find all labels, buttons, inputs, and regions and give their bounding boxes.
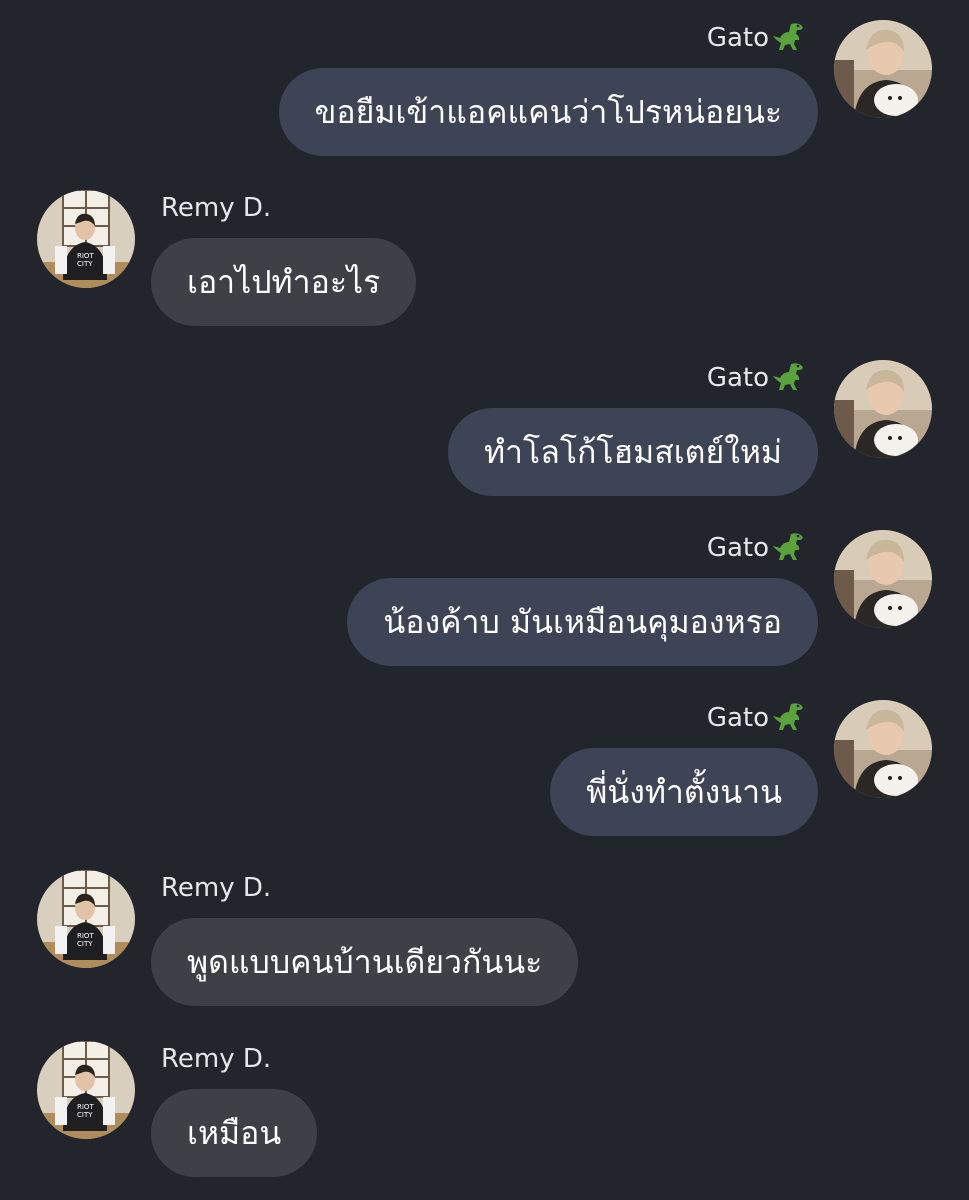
avatar-gato[interactable] [834,530,932,628]
avatar-gato[interactable] [834,700,932,798]
avatar-remy[interactable]: RIOT CITY [37,870,135,968]
message-bubble[interactable]: น้องค้าบ มันเหมือนคุมองหรอ [347,578,818,666]
dinosaur-emoji-icon [771,20,805,60]
remy-avatar-image: RIOT CITY [37,870,135,968]
sender-name: Gato [707,700,805,740]
svg-text:CITY: CITY [77,940,93,948]
svg-text:RIOT: RIOT [77,932,94,940]
message-bubble[interactable]: เอาไปทำอะไร [151,238,417,326]
svg-text:CITY: CITY [77,1111,93,1119]
gato-avatar-image [834,360,932,458]
avatar-remy[interactable]: RIOT CITY [37,190,135,288]
message-bubble[interactable]: ขอยืมเข้าแอคแคนว่าโปรหน่อยนะ [278,68,818,156]
avatar-remy[interactable]: RIOT CITY [37,1041,135,1139]
svg-text:RIOT: RIOT [77,1103,94,1111]
sender-name: Gato [707,360,805,400]
message-bubble[interactable]: พูดแบบคนบ้านเดียวกันนะ [151,918,579,1006]
remy-avatar-image: RIOT CITY [37,1041,135,1139]
avatar-gato[interactable] [834,360,932,458]
svg-text:RIOT: RIOT [77,252,94,260]
sender-name: Gato [707,20,805,60]
chat-thread: Gato ขอยืมเข้าแอคแคนว่าโปรหน่อยนะ RIOT C… [0,0,969,1200]
sender-name: Remy D. [161,1044,272,1074]
gato-avatar-image [834,530,932,628]
gato-avatar-image [834,20,932,118]
sender-name: Remy D. [161,193,272,223]
dinosaur-emoji-icon [771,360,805,400]
dinosaur-emoji-icon [771,700,805,740]
message-bubble[interactable]: พี่นั่งทำตั้งนาน [550,748,818,836]
sender-name: Remy D. [161,873,272,903]
gato-avatar-image [834,700,932,798]
sender-name: Gato [707,530,805,570]
message-bubble[interactable]: ทำโลโก้โฮมสเตย์ใหม่ [447,408,818,496]
message-bubble[interactable]: เหมือน [151,1089,318,1177]
remy-avatar-image: RIOT CITY [37,190,135,288]
dinosaur-emoji-icon [771,530,805,570]
svg-text:CITY: CITY [77,260,93,268]
avatar-gato[interactable] [834,20,932,118]
